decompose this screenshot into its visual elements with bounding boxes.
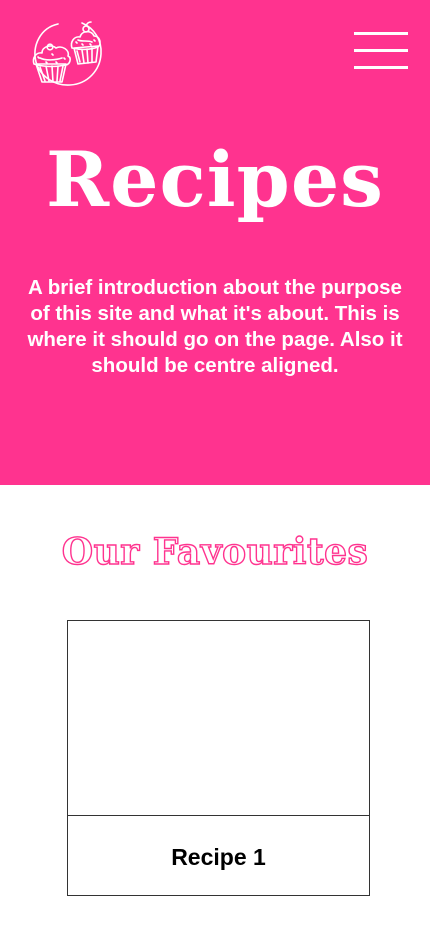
intro-text: A brief introduction about the purpose o… <box>27 276 403 377</box>
recipe-image-placeholder <box>68 621 369 816</box>
recipe-card-label: Recipe 1 <box>171 844 266 870</box>
menu-bar-middle <box>354 49 408 52</box>
favourites-title: Our Favourites <box>61 530 369 573</box>
recipe-card[interactable]: Recipe 1 <box>67 620 370 896</box>
page-title: Recipes <box>46 135 384 224</box>
hero-section: Recipes A brief introduction about the p… <box>0 0 430 485</box>
hamburger-menu-icon[interactable] <box>354 32 408 70</box>
cupcake-logo-icon[interactable] <box>30 18 104 88</box>
menu-bar-bottom <box>354 66 408 69</box>
menu-bar-top <box>354 32 408 35</box>
